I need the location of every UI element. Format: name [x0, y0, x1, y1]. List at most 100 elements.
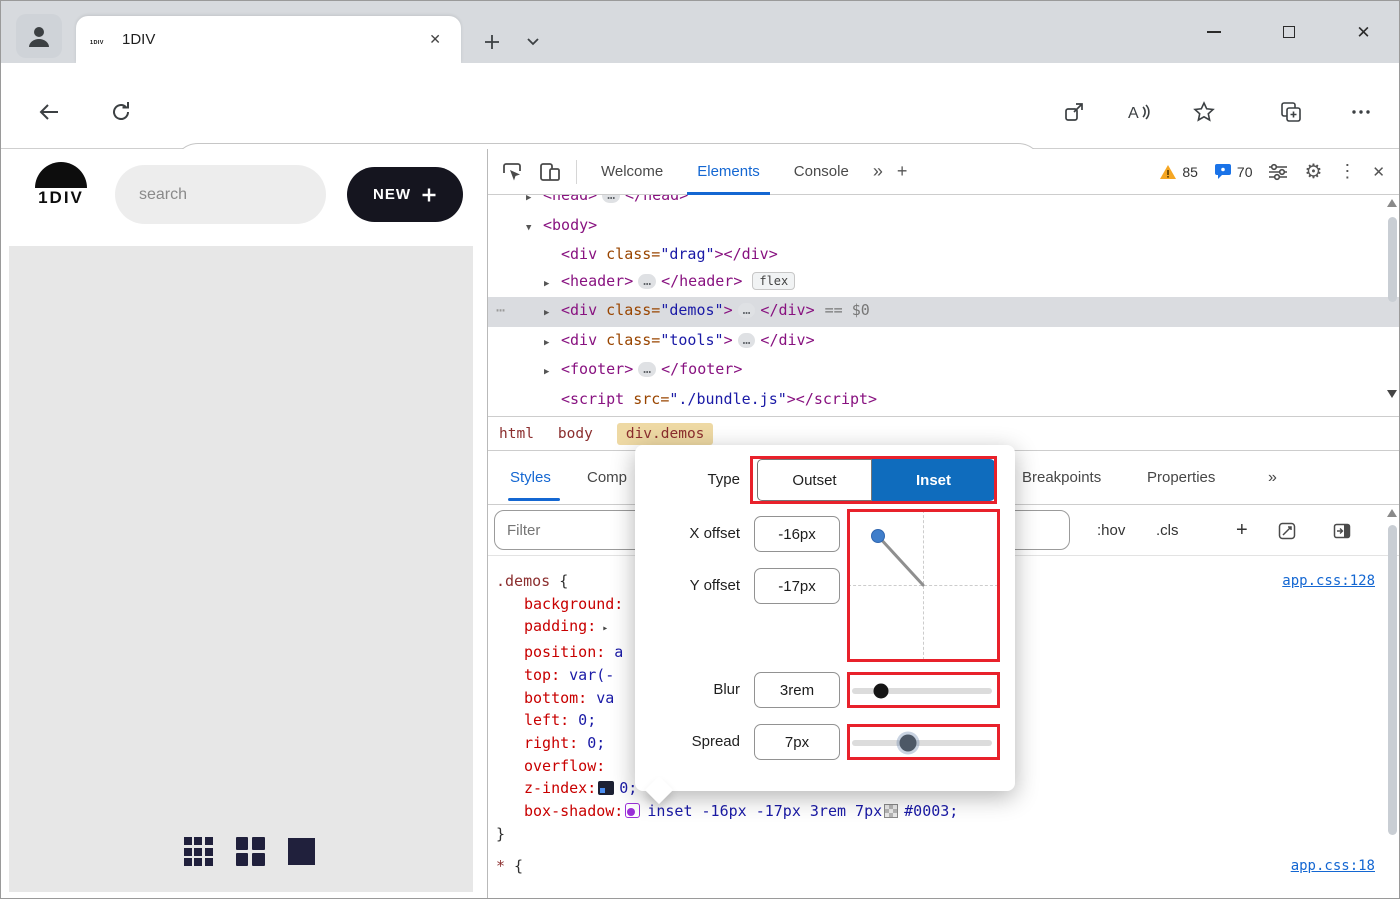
grid-3x3-icon[interactable] [184, 837, 213, 866]
favorites-star-icon[interactable] [1186, 94, 1222, 130]
css-line[interactable]: box-shadow:inset -16px -17px 3rem 7px#00… [488, 800, 1400, 823]
flex-badge[interactable]: flex [752, 272, 795, 290]
rendering-icon[interactable] [1278, 522, 1296, 540]
x-offset-input[interactable]: -16px [754, 516, 840, 552]
blur-input[interactable]: 3rem [754, 672, 840, 708]
more-panels-icon[interactable]: » [1268, 451, 1277, 505]
tab-close-icon[interactable]: ✕ [423, 29, 447, 50]
scroll-down-icon[interactable] [1387, 390, 1397, 398]
settings-gear-icon[interactable]: ⚙ [1304, 159, 1322, 184]
share-icon[interactable] [1056, 94, 1092, 130]
shadow-editor-icon[interactable] [625, 803, 640, 818]
css-line[interactable]: } [488, 823, 1400, 846]
square-icon[interactable] [288, 838, 315, 865]
tab-breakpoints[interactable]: Breakpoints [1022, 451, 1101, 505]
scroll-up-icon[interactable] [1387, 199, 1397, 207]
new-tab-button[interactable] [478, 28, 506, 56]
dom-tree-line[interactable]: ▼<body> [488, 212, 1400, 242]
devtools-menu-icon[interactable]: ⋮ [1338, 161, 1356, 182]
dom-tree-line[interactable]: ▶<head>…</head> [488, 195, 1400, 212]
sliders-icon[interactable] [1268, 163, 1288, 181]
tab-actions-icon[interactable] [519, 28, 547, 56]
y-offset-input[interactable]: -17px [754, 568, 840, 604]
pseudo-state-button[interactable]: :hov [1097, 505, 1125, 556]
new-style-rule-icon[interactable]: + [1236, 505, 1248, 556]
scroll-up-icon[interactable] [1387, 509, 1397, 517]
expand-ellipsis-icon[interactable]: … [638, 274, 656, 289]
spread-slider-handle[interactable] [900, 735, 917, 752]
search-input[interactable] [115, 165, 326, 224]
z-index-badge-icon[interactable] [598, 781, 614, 795]
back-button[interactable] [31, 94, 67, 130]
color-swatch-icon[interactable] [884, 804, 898, 818]
dom-tree-line[interactable]: <script src="./bundle.js"></script> [488, 386, 1400, 413]
browser-menu-icon[interactable] [1343, 94, 1379, 130]
logo-text: 1DIV [29, 188, 93, 208]
outset-option[interactable]: Outset [757, 459, 872, 501]
new-button[interactable]: NEW [347, 167, 463, 222]
styles-scrollbar[interactable] [1385, 509, 1399, 899]
window-close-button[interactable]: ✕ [1326, 1, 1400, 63]
more-tabs-icon[interactable]: » [873, 161, 883, 182]
dom-tree-scrollbar[interactable] [1385, 199, 1399, 412]
collections-icon[interactable] [1273, 94, 1309, 130]
scrollbar-thumb[interactable] [1388, 525, 1397, 835]
demos-canvas [9, 246, 473, 892]
inspect-icon[interactable] [500, 160, 524, 184]
dom-tree-line[interactable]: ▶<footer>…</footer> [488, 356, 1400, 386]
spread-input[interactable]: 7px [754, 724, 840, 760]
tab-welcome[interactable]: Welcome [591, 149, 673, 195]
browser-tab[interactable]: 1DIV 1DIV ✕ [76, 16, 461, 63]
maximize-button[interactable] [1251, 1, 1326, 63]
scrollbar-thumb[interactable] [1388, 217, 1397, 302]
breadcrumb-html[interactable]: html [499, 426, 534, 442]
devtools-close-icon[interactable]: ✕ [1372, 163, 1385, 181]
browser-window: 1DIV 1DIV ✕ ✕ [0, 0, 1400, 899]
issues-badge[interactable]: 70 [1214, 163, 1253, 180]
tab-elements[interactable]: Elements [687, 149, 770, 195]
minimize-button[interactable] [1176, 1, 1251, 63]
active-tab-underline [508, 498, 560, 501]
stylesheet-link[interactable]: app.css:128 [1282, 570, 1375, 593]
new-button-label: NEW [373, 186, 411, 203]
expand-ellipsis-icon[interactable]: … [638, 362, 656, 377]
dom-tree-line[interactable]: ▶<header>…</header>flex [488, 268, 1400, 298]
expand-ellipsis-icon[interactable]: … [738, 303, 756, 318]
expand-ellipsis-icon[interactable]: … [602, 195, 620, 203]
grid-2x2-icon[interactable] [236, 837, 265, 866]
issue-count: 70 [1237, 164, 1253, 180]
css-line[interactable]: * {app.css:18 [488, 855, 1400, 878]
dom-tree-line[interactable]: <div class="drag"></div> [488, 241, 1400, 268]
divider [576, 160, 577, 184]
shorthand-expander-icon[interactable]: ▸ [602, 623, 608, 634]
inset-option[interactable]: Inset [872, 459, 995, 501]
device-toolbar-icon[interactable] [538, 160, 562, 184]
shadow-type-toggle: Outset Inset [757, 459, 995, 501]
dom-tree-line[interactable]: ▶<div class="tools">…</div> [488, 327, 1400, 357]
blur-slider[interactable] [852, 682, 992, 700]
stylesheet-link[interactable]: app.css:18 [1291, 855, 1375, 878]
element-class-button[interactable]: .cls [1156, 505, 1179, 556]
dom-tree-line[interactable]: ⋯▶<div class="demos">…</div>== $0 [488, 297, 1400, 327]
breadcrumb-div-demos[interactable]: div.demos [617, 423, 714, 445]
tab-computed[interactable]: Comp [587, 451, 627, 505]
dom-tree: ▶<head>…</head>▼<body><div class="drag">… [488, 195, 1400, 416]
tab-styles[interactable]: Styles [510, 451, 551, 505]
tab-properties[interactable]: Properties [1147, 451, 1215, 505]
blur-slider-handle[interactable] [874, 684, 889, 699]
computed-sidebar-icon[interactable] [1333, 522, 1351, 540]
plus-icon [421, 187, 437, 203]
breadcrumb-body[interactable]: body [558, 426, 593, 442]
spread-slider[interactable] [852, 734, 992, 752]
refresh-button[interactable] [103, 94, 139, 130]
expand-ellipsis-icon[interactable]: … [738, 333, 756, 348]
y-offset-label: Y offset [640, 573, 740, 599]
offset-pad[interactable] [848, 510, 998, 660]
warnings-badge[interactable]: 85 [1159, 164, 1198, 180]
tab-console[interactable]: Console [784, 149, 859, 195]
read-aloud-icon[interactable]: A [1121, 94, 1157, 130]
type-label: Type [640, 467, 740, 493]
profile-avatar[interactable] [16, 14, 62, 58]
add-pane-icon[interactable]: + [897, 161, 908, 182]
offset-handle[interactable] [871, 529, 885, 543]
